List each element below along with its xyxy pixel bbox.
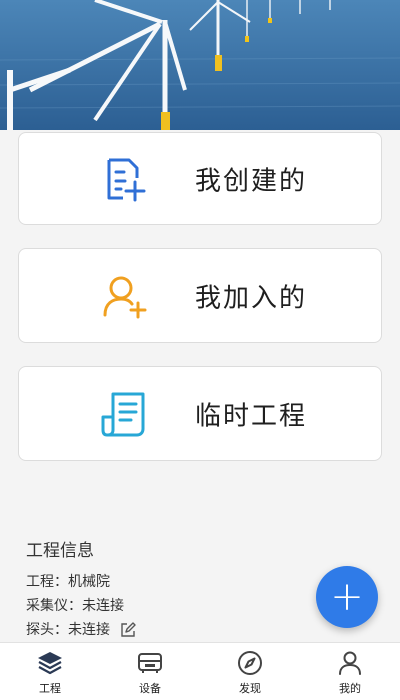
user-add-icon bbox=[103, 276, 147, 318]
document-scroll-icon bbox=[101, 392, 145, 436]
layers-icon bbox=[38, 652, 62, 675]
card-label: 临时工程 bbox=[195, 401, 308, 431]
plus-icon: + bbox=[330, 574, 364, 620]
probe-status: 探头：未连接 bbox=[26, 622, 110, 638]
compass-icon bbox=[238, 651, 262, 675]
project-info-title: 工程信息 bbox=[26, 541, 94, 561]
tab-project[interactable]: 工程 bbox=[0, 643, 100, 700]
tab-label: 我的 bbox=[339, 682, 361, 695]
project-name: 工程：机械院 bbox=[26, 574, 110, 590]
tab-mine[interactable]: 我的 bbox=[300, 643, 400, 700]
device-icon bbox=[138, 653, 162, 673]
tab-discover[interactable]: 发现 bbox=[200, 643, 300, 700]
card-my-created[interactable]: 我创建的 bbox=[18, 132, 382, 225]
tab-label: 工程 bbox=[39, 682, 61, 695]
person-icon bbox=[339, 651, 361, 675]
add-project-button[interactable]: + bbox=[316, 566, 378, 628]
collector-status: 采集仪：未连接 bbox=[26, 598, 124, 614]
bottom-nav: 工程 设备 发现 我的 bbox=[0, 642, 400, 700]
tab-label: 发现 bbox=[239, 682, 261, 695]
hero-banner-image bbox=[0, 0, 400, 130]
card-temporary-project[interactable]: 临时工程 bbox=[18, 366, 382, 461]
project-row: 工程：机械院 bbox=[26, 570, 136, 594]
card-my-joined[interactable]: 我加入的 bbox=[18, 248, 382, 343]
card-label: 我创建的 bbox=[195, 166, 308, 196]
project-info: 工程信息 工程：机械院 采集仪：未连接 探头：未连接 bbox=[26, 536, 136, 642]
probe-row: 探头：未连接 bbox=[26, 618, 136, 642]
file-add-icon bbox=[107, 158, 146, 201]
card-label: 我加入的 bbox=[195, 283, 308, 313]
tab-device[interactable]: 设备 bbox=[100, 643, 200, 700]
edit-icon[interactable] bbox=[120, 622, 136, 638]
tab-label: 设备 bbox=[139, 682, 161, 695]
collector-row: 采集仪：未连接 bbox=[26, 594, 136, 618]
